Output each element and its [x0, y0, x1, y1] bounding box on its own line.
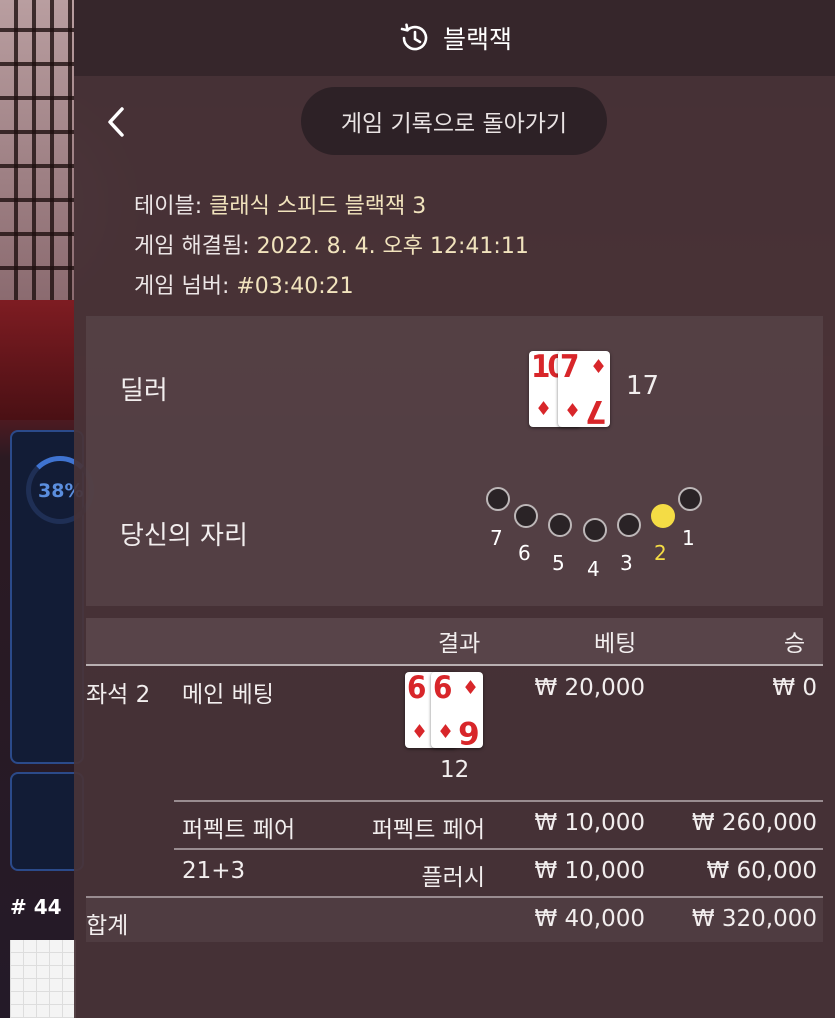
- seat-6-dot: [514, 504, 538, 528]
- diamond-icon: ♦: [411, 721, 429, 743]
- seat-2-dot-active: [651, 504, 675, 528]
- seat-5-dot: [548, 513, 572, 537]
- roadmap-grid: [10, 940, 76, 1018]
- title-bar: 블랙잭: [74, 0, 835, 76]
- header-result: 결과: [438, 631, 481, 657]
- background-side-panel: [10, 772, 84, 871]
- back-button[interactable]: [96, 100, 136, 144]
- diamond-icon: ♦: [590, 356, 608, 378]
- main-bet-amount: ₩ 20,000: [534, 675, 645, 701]
- player-card-2: 6 ♦ ♦ 6: [431, 670, 483, 750]
- resolved-info-value: 2022. 8. 4. 오후 12:41:11: [256, 234, 529, 259]
- perfect-pair-bet: ₩ 10,000: [534, 810, 645, 836]
- game-number-value: #03:40:21: [236, 274, 354, 299]
- perfect-pair-win: ₩ 260,000: [691, 810, 817, 836]
- twenty-one-plus-three-label: 21+3: [182, 858, 246, 884]
- player-hand-total: 12: [440, 757, 470, 783]
- table-info-label: 테이블:: [134, 194, 203, 219]
- seat-5-number: 5: [552, 551, 565, 575]
- perfect-pair-result: 퍼펙트 페어: [371, 817, 485, 843]
- resolved-info: 게임 해결됨: 2022. 8. 4. 오후 12:41:11: [134, 228, 529, 260]
- background-window: [0, 0, 74, 300]
- your-seat-label: 당신의 자리: [120, 521, 248, 551]
- seat-cell: 좌석 2: [86, 682, 151, 708]
- game-history-panel: 블랙잭 게임 기록으로 돌아가기 테이블: 클래식 스피드 블랙잭 3 게임 해…: [74, 0, 835, 1018]
- seat-4-number: 4: [587, 557, 600, 581]
- twenty-one-plus-three-result: 플러시: [421, 865, 485, 891]
- header-bet: 베팅: [594, 631, 637, 657]
- diamond-icon: ♦: [462, 677, 480, 699]
- total-divider: [86, 896, 823, 898]
- seat-7-number: 7: [490, 526, 503, 550]
- seat-6-number: 6: [518, 541, 531, 565]
- dealer-label: 딜러: [120, 376, 168, 406]
- card-rank: 6: [433, 670, 452, 706]
- diamond-icon: ♦: [437, 721, 455, 743]
- header-win: 승: [784, 631, 806, 657]
- table-info: 테이블: 클래식 스피드 블랙잭 3: [134, 188, 426, 220]
- diamond-icon: ♦: [564, 400, 582, 422]
- twenty-one-plus-three-win: ₩ 60,000: [706, 858, 817, 884]
- history-icon: [400, 23, 428, 51]
- twenty-one-plus-three-bet: ₩ 10,000: [534, 858, 645, 884]
- total-bet: ₩ 40,000: [534, 906, 645, 932]
- dealer-score: 17: [626, 371, 660, 401]
- background-table: [0, 300, 74, 420]
- table-info-value: 클래식 스피드 블랙잭 3: [209, 194, 427, 219]
- seat-1-dot: [678, 487, 702, 511]
- round-number: # 44: [10, 895, 62, 919]
- seat-4-dot: [583, 518, 607, 542]
- card-rank: 6: [407, 670, 426, 706]
- hand-summary-box: [86, 316, 823, 606]
- page-title: 블랙잭: [442, 25, 512, 54]
- back-to-history-button[interactable]: 게임 기록으로 돌아가기: [301, 87, 607, 155]
- total-win: ₩ 320,000: [691, 906, 817, 932]
- main-win-amount: ₩ 0: [772, 675, 817, 701]
- perfect-pair-label: 퍼펙트 페어: [182, 817, 296, 843]
- seat-7-dot: [486, 487, 510, 511]
- seat-3-dot: [617, 513, 641, 537]
- diamond-icon: ♦: [535, 398, 553, 420]
- seat-2-number-active: 2: [654, 541, 667, 565]
- dealer-card-2: 7 ♦ ♦ 7: [558, 349, 610, 429]
- card-rank: 7: [560, 349, 579, 385]
- card-rank-bottom: 6: [458, 714, 480, 750]
- seat-3-number: 3: [620, 551, 633, 575]
- seat-1-number: 1: [682, 526, 695, 550]
- total-label: 합계: [86, 913, 129, 939]
- resolved-info-label: 게임 해결됨:: [134, 234, 250, 259]
- game-number-label: 게임 넘버:: [134, 274, 230, 299]
- main-bet-label: 메인 베팅: [182, 682, 274, 708]
- game-number-info: 게임 넘버: #03:40:21: [134, 268, 354, 300]
- row-divider: [174, 800, 823, 802]
- card-rank-bottom: 7: [585, 393, 607, 429]
- row-divider: [174, 848, 823, 850]
- chevron-left-icon: [108, 107, 124, 137]
